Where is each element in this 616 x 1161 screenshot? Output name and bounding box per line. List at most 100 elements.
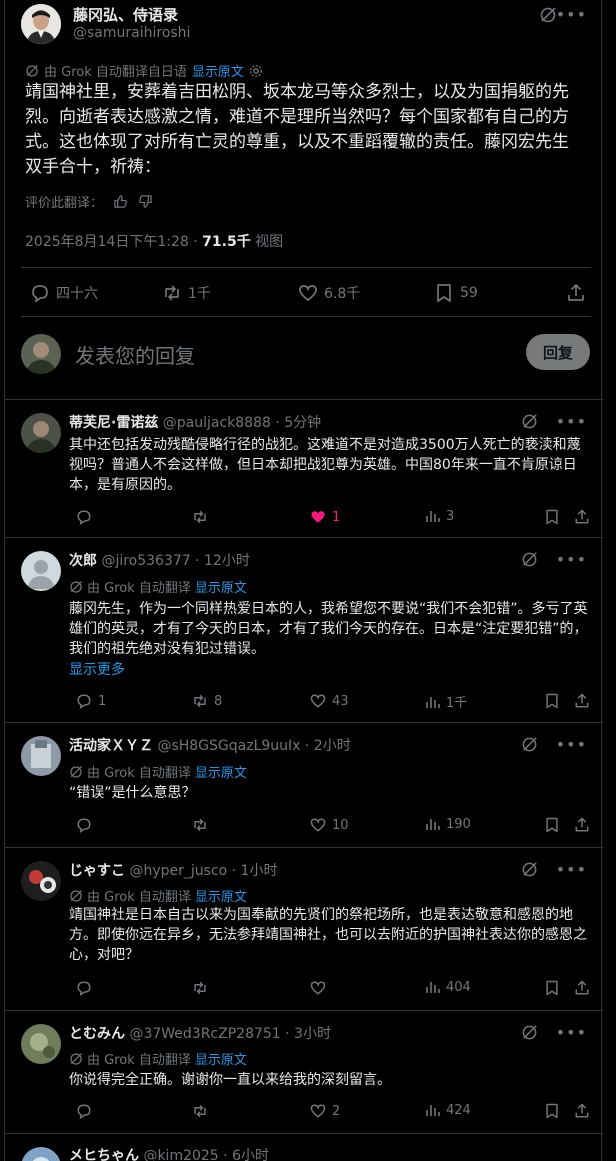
reply-button[interactable]: 四十六 bbox=[29, 282, 98, 304]
user-avatar[interactable] bbox=[21, 334, 61, 374]
more-options-icon[interactable]: ••• bbox=[556, 7, 587, 23]
reply-item[interactable]: 活动家ＸＹＺ @sH8GSGqazL9uuIx · 2小时 ••• 由 Grok… bbox=[5, 724, 603, 848]
grok-translate-icon[interactable] bbox=[521, 413, 538, 430]
more-options-icon[interactable]: ••• bbox=[556, 736, 587, 752]
grok-translate-icon[interactable] bbox=[521, 1024, 538, 1041]
reply-avatar[interactable] bbox=[21, 736, 61, 776]
author-name[interactable]: 藤冈弘、侍语录 bbox=[73, 4, 178, 25]
show-original-link[interactable]: 显示原文 bbox=[195, 886, 247, 905]
share-button[interactable] bbox=[573, 508, 591, 526]
post-timestamp[interactable]: 2025年8月14日下午1:28 bbox=[25, 234, 189, 250]
reply-submit-button[interactable]: 回复 bbox=[526, 334, 590, 370]
share-button[interactable] bbox=[573, 1102, 591, 1120]
reply-avatar[interactable] bbox=[21, 1024, 61, 1064]
bookmark-button[interactable]: 59 bbox=[433, 282, 478, 304]
reply-avatar[interactable] bbox=[21, 551, 61, 591]
reply-tools: ••• bbox=[521, 861, 587, 878]
reply-item[interactable]: 蒂芙尼·雷诺兹 @pauljack8888 · 5分钟 ••• 其中还包括发动残… bbox=[5, 401, 603, 538]
reply-button[interactable] bbox=[75, 816, 93, 834]
reply-item[interactable]: 次郎 @jiro536377 · 12小时 ••• 由 Grok 自动翻译 显示… bbox=[5, 539, 603, 723]
reply-composer-input[interactable]: 发表您的回复 bbox=[75, 340, 195, 369]
repost-button[interactable] bbox=[191, 1102, 209, 1120]
share-button[interactable] bbox=[573, 692, 591, 710]
views-button[interactable]: 3 bbox=[425, 508, 454, 524]
bookmark-icon bbox=[546, 980, 558, 996]
author-avatar[interactable] bbox=[21, 4, 61, 44]
reply-author-name[interactable]: メヒちゃん bbox=[69, 1148, 139, 1161]
more-options-icon[interactable]: ••• bbox=[556, 1024, 587, 1040]
reply-button[interactable] bbox=[75, 1102, 93, 1120]
views-button[interactable]: 190 bbox=[425, 816, 471, 832]
views-button[interactable]: 404 bbox=[425, 979, 471, 995]
more-options-icon[interactable]: ••• bbox=[556, 861, 587, 877]
reply-button[interactable]: 1 bbox=[75, 692, 106, 710]
reply-author-name[interactable]: じゃすこ bbox=[69, 863, 125, 879]
bookmark-button[interactable] bbox=[543, 816, 561, 834]
repost-button[interactable]: 8 bbox=[191, 692, 222, 710]
reply-item[interactable]: じゃすこ @hyper_jusco · 1小时 ••• 由 Grok 自动翻译 … bbox=[5, 849, 603, 1011]
reply-author-name[interactable]: とむみん bbox=[69, 1026, 125, 1042]
reply-avatar[interactable] bbox=[21, 1147, 61, 1161]
more-options-icon[interactable]: ••• bbox=[556, 413, 587, 429]
grok-translate-icon[interactable] bbox=[521, 861, 538, 878]
reply-author-handle[interactable]: @kim2025 bbox=[143, 1148, 218, 1161]
like-button[interactable]: 43 bbox=[309, 692, 349, 710]
post-text: 靖国神社里，安葬着吉田松阴、坂本龙马等众多烈士，以及为国捐躯的先烈。向逝者表达感… bbox=[25, 82, 569, 177]
share-button[interactable] bbox=[573, 816, 591, 834]
reply-button[interactable] bbox=[75, 979, 93, 997]
grok-translate-icon[interactable] bbox=[521, 551, 538, 568]
bookmark-button[interactable] bbox=[543, 692, 561, 710]
thumbs-down-icon[interactable] bbox=[138, 194, 153, 209]
reply-button[interactable] bbox=[75, 508, 93, 526]
bookmark-button[interactable] bbox=[543, 508, 561, 526]
reply-count: 四十六 bbox=[56, 286, 98, 302]
show-original-link[interactable]: 显示原文 bbox=[195, 1049, 247, 1068]
like-button[interactable]: 10 bbox=[309, 816, 349, 834]
show-original-link[interactable]: 显示原文 bbox=[195, 762, 247, 781]
reply-author-handle[interactable]: @pauljack8888 bbox=[163, 415, 271, 431]
like-button[interactable]: 6.8千 bbox=[297, 282, 360, 304]
grok-translate-icon[interactable] bbox=[521, 736, 538, 753]
like-button[interactable]: 2 bbox=[309, 1102, 340, 1120]
reply-time[interactable]: · 3小时 bbox=[285, 1026, 331, 1042]
bookmark-button[interactable] bbox=[543, 979, 561, 997]
like-count: 6.8千 bbox=[324, 286, 361, 302]
grok-translate-icon[interactable] bbox=[539, 6, 557, 24]
like-button[interactable]: 1 bbox=[309, 508, 340, 526]
reply-item[interactable]: メヒちゃん @kim2025 · 6小时 bbox=[5, 1135, 603, 1161]
heart-icon bbox=[299, 285, 317, 302]
reply-time[interactable]: · 6小时 bbox=[223, 1148, 269, 1161]
reply-item[interactable]: とむみん @37Wed3RcZP28751 · 3小时 ••• 由 Grok 自… bbox=[5, 1012, 603, 1134]
translated-by-label: 由 Grok 自动翻译 bbox=[87, 1053, 191, 1068]
reply-author-name[interactable]: 活动家ＸＹＺ bbox=[69, 738, 153, 754]
repost-button[interactable] bbox=[191, 979, 209, 997]
reply-avatar[interactable] bbox=[21, 861, 61, 901]
reply-author-handle[interactable]: @37Wed3RcZP28751 bbox=[129, 1026, 280, 1042]
reply-time[interactable]: · 2小时 bbox=[305, 738, 351, 754]
bookmark-button[interactable] bbox=[543, 1102, 561, 1120]
repost-button[interactable] bbox=[191, 508, 209, 526]
reply-time[interactable]: · 12小时 bbox=[195, 553, 250, 569]
reply-time[interactable]: · 1小时 bbox=[232, 863, 278, 879]
repost-button[interactable]: 1千 bbox=[161, 282, 211, 304]
share-button[interactable] bbox=[573, 979, 591, 997]
show-original-link[interactable]: 显示原文 bbox=[195, 577, 247, 596]
show-original-link[interactable]: 显示原文 bbox=[192, 61, 244, 80]
show-more-link[interactable]: 显示更多 bbox=[69, 659, 125, 679]
repost-button[interactable] bbox=[191, 816, 209, 834]
settings-gear-icon[interactable] bbox=[249, 64, 263, 78]
reply-author-handle[interactable]: @jiro536377 bbox=[101, 553, 190, 569]
reply-author-handle[interactable]: @hyper_jusco bbox=[129, 863, 227, 879]
like-button[interactable] bbox=[309, 979, 327, 997]
author-handle[interactable]: @samuraihiroshi bbox=[73, 25, 190, 41]
share-button[interactable] bbox=[565, 282, 587, 304]
thumbs-up-icon[interactable] bbox=[113, 194, 128, 209]
more-options-icon[interactable]: ••• bbox=[556, 551, 587, 567]
views-button[interactable]: 424 bbox=[425, 1102, 471, 1118]
reply-author-handle[interactable]: @sH8GSGqazL9uuIx bbox=[157, 738, 300, 754]
reply-time[interactable]: · 5分钟 bbox=[275, 415, 321, 431]
reply-author-name[interactable]: 次郎 bbox=[69, 553, 97, 569]
reply-author-name[interactable]: 蒂芙尼·雷诺兹 bbox=[69, 415, 158, 431]
views-button[interactable]: 1千 bbox=[425, 692, 467, 711]
reply-avatar[interactable] bbox=[21, 413, 61, 453]
